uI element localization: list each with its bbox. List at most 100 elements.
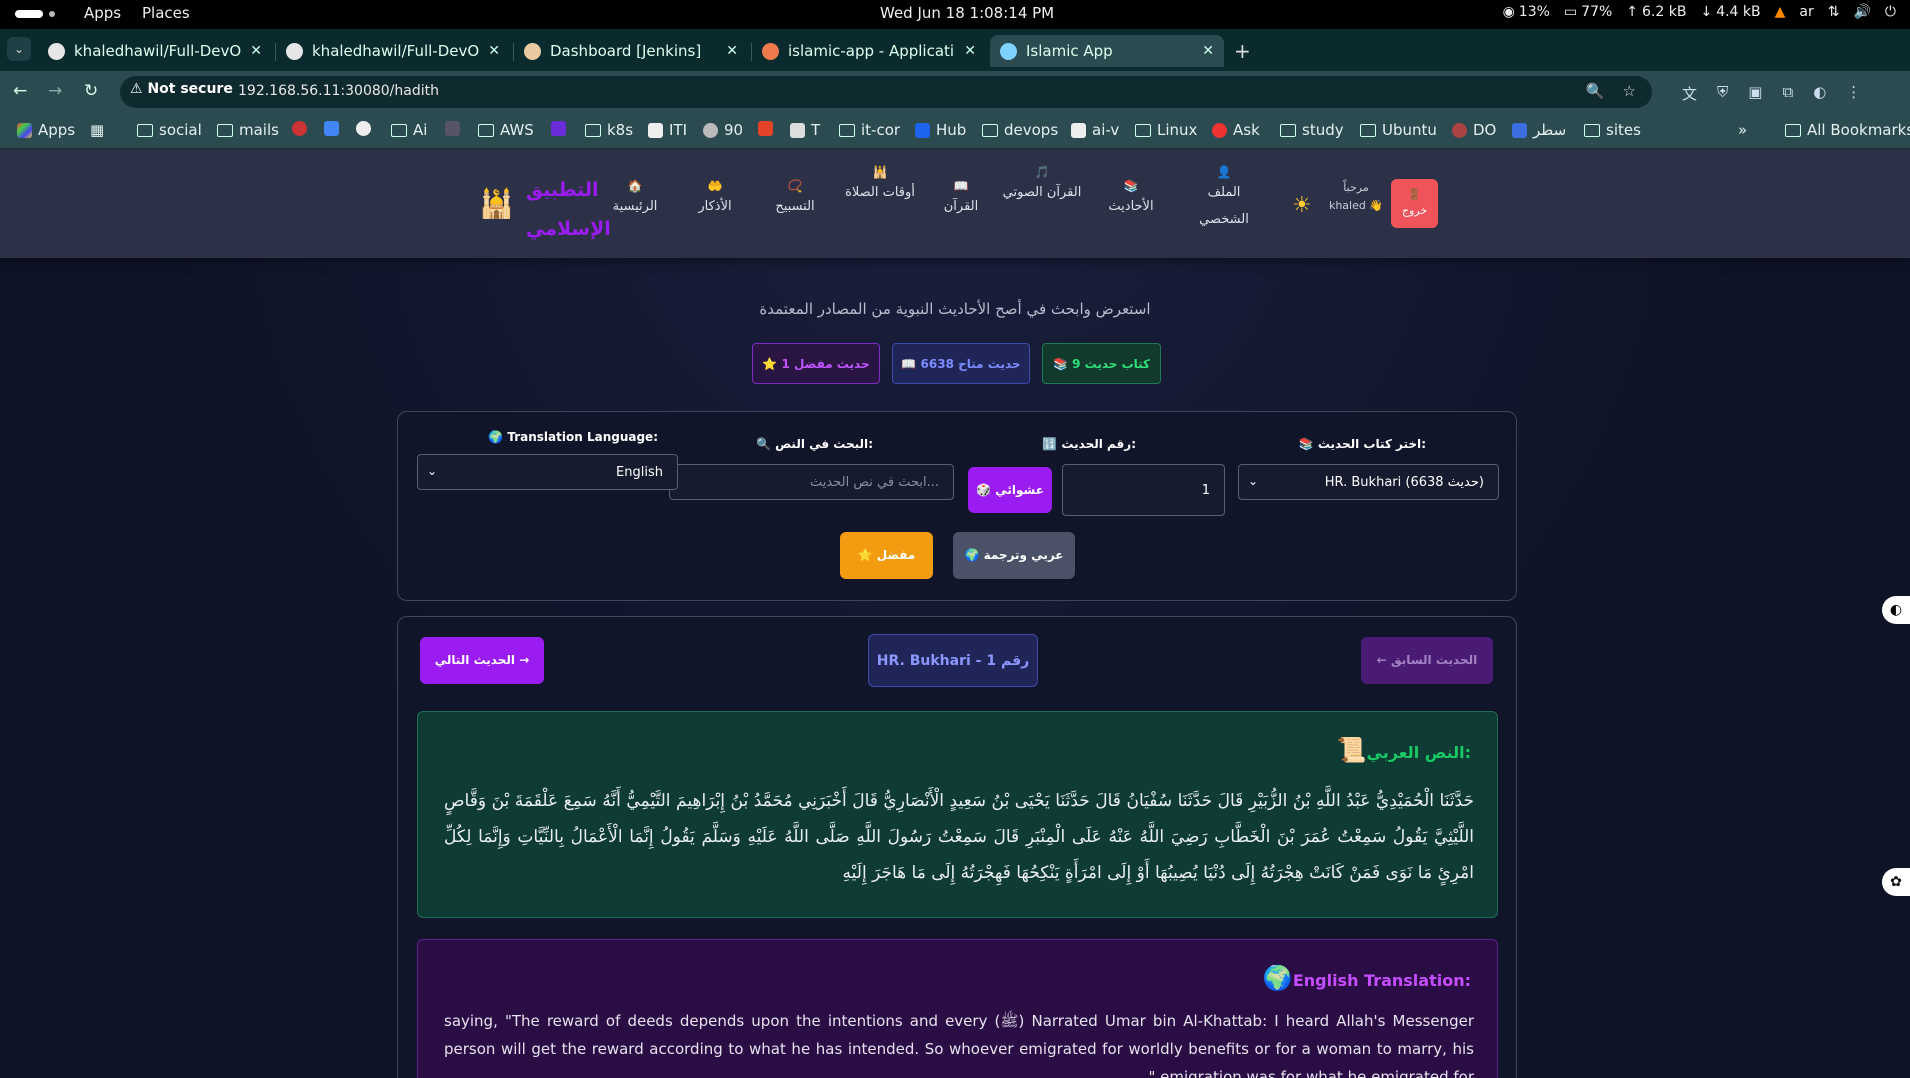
nav-item-adhkar[interactable]: 🤲 الأذكار: [672, 179, 758, 220]
random-button[interactable]: 🎲 عشوائي: [968, 467, 1052, 513]
floating-extension-icon[interactable]: ◐: [1882, 596, 1910, 624]
bookmarks-overflow-icon[interactable]: »: [1738, 121, 1747, 139]
tab-search-button[interactable]: ⌄: [7, 37, 31, 61]
browser-tab[interactable]: khaledhawil/Full-DevOp ✕: [276, 35, 510, 67]
hadith-number-input[interactable]: 1: [1062, 464, 1225, 516]
close-icon[interactable]: ✕: [726, 43, 738, 59]
vlc-icon[interactable]: ▲: [1775, 4, 1786, 20]
network-icon[interactable]: ⇅: [1828, 4, 1840, 20]
bookmark-90[interactable]: 90: [703, 121, 743, 139]
browser-tab-active[interactable]: Islamic App ✕: [990, 35, 1224, 67]
close-icon[interactable]: ✕: [250, 43, 262, 59]
bookmark-folder-devops[interactable]: devops: [982, 121, 1058, 139]
address-bar[interactable]: ⚠ Not secure 192.168.56.11:30080/hadith …: [120, 76, 1652, 108]
nav-item-profile[interactable]: 👤 الملف الشخصي: [1181, 165, 1267, 233]
nav-item-audio-quran[interactable]: 🎵 القرآن الصوتي: [999, 165, 1085, 206]
arabic-translation-button[interactable]: 🌍 عربي وترجمة: [953, 532, 1075, 579]
prayer-beads-icon: 📿: [787, 179, 803, 193]
bookmark-ai-v[interactable]: ai-v: [1071, 121, 1119, 139]
new-tab-button[interactable]: +: [1234, 39, 1251, 63]
memory-indicator[interactable]: ▭ 77%: [1564, 4, 1612, 20]
menu-icon[interactable]: ⋮: [1846, 83, 1861, 104]
bookmark-translate[interactable]: [324, 121, 339, 136]
zoom-icon[interactable]: 🔍: [1586, 82, 1605, 100]
translate-icon[interactable]: 文: [1682, 83, 1697, 104]
folder-icon: [585, 123, 601, 137]
translation-language-select[interactable]: English ⌄: [417, 454, 678, 490]
bookmark-feather[interactable]: [445, 121, 460, 136]
bookmark-gitlab[interactable]: [758, 121, 773, 136]
bookmark-ask[interactable]: Ask: [1212, 121, 1260, 139]
os-places-menu[interactable]: Places: [142, 4, 190, 22]
reload-icon[interactable]: ↻: [84, 81, 98, 101]
logout-button[interactable]: 🚪 خروج: [1391, 179, 1438, 228]
bookmark-label: devops: [1004, 121, 1059, 139]
nav-item-home[interactable]: 🏠 الرئيسية: [592, 179, 678, 220]
radio-icon[interactable]: ▣: [1748, 83, 1762, 104]
bookmark-folder-it-cor[interactable]: it-cor: [839, 121, 900, 139]
book-icon: 📖: [953, 179, 969, 193]
close-icon[interactable]: ✕: [488, 43, 500, 59]
bookmark-satr[interactable]: سطر: [1512, 121, 1566, 139]
download-indicator[interactable]: ↓ 4.4 kB: [1700, 4, 1760, 20]
omnibox-actions: 🔍 ☆: [1586, 82, 1636, 100]
volume-icon[interactable]: 🔊: [1853, 4, 1870, 20]
cpu-indicator[interactable]: ◉ 13%: [1503, 4, 1550, 20]
bookmark-apps[interactable]: Apps: [17, 121, 75, 139]
bookmark-purple[interactable]: [551, 121, 566, 136]
bookmark-do[interactable]: DO: [1452, 121, 1496, 139]
previous-hadith-button[interactable]: ← الحديث السابق: [1361, 637, 1493, 684]
cpu-value: 13%: [1518, 4, 1550, 20]
bookmark-folder-linux[interactable]: Linux: [1135, 121, 1197, 139]
bookmark-folder-study[interactable]: study: [1280, 121, 1344, 139]
favorite-button[interactable]: ⭐ مفضل: [840, 532, 933, 579]
nav-item-prayer-times[interactable]: 🕌 أوقات الصلاة: [837, 165, 923, 206]
os-apps-menu[interactable]: Apps: [84, 4, 121, 22]
keyboard-language[interactable]: ar: [1799, 4, 1813, 20]
extensions-icon[interactable]: ⧉: [1782, 83, 1793, 104]
bookmark-folder-aws[interactable]: AWS: [478, 121, 534, 139]
browser-tab[interactable]: Dashboard [Jenkins] ✕: [514, 35, 748, 67]
bookmark-folder-sites[interactable]: sites: [1584, 121, 1641, 139]
folder-icon: [391, 123, 407, 137]
bookmark-red-icon[interactable]: [292, 121, 307, 136]
bookmark-iti[interactable]: ITI: [648, 121, 687, 139]
nav-item-quran[interactable]: 📖 القرآن: [918, 179, 1004, 220]
profile-avatar-icon[interactable]: ◐: [1813, 83, 1826, 104]
bookmark-folder-ai[interactable]: Ai: [391, 121, 427, 139]
security-chip[interactable]: ⚠ Not secure: [130, 81, 233, 97]
site-icon: [1452, 122, 1467, 138]
power-icon[interactable]: ⏻: [1885, 4, 1896, 20]
url-text[interactable]: 192.168.56.11:30080/hadith: [238, 83, 439, 99]
back-icon[interactable]: ←: [13, 81, 27, 101]
tab-groups-icon[interactable]: ▦: [90, 121, 104, 139]
browser-tab[interactable]: khaledhawil/Full-DevOp ✕: [38, 35, 272, 67]
floating-assistant-icon[interactable]: ✿: [1882, 868, 1910, 896]
nav-item-hadith[interactable]: 📚 الأحاديث: [1088, 179, 1174, 220]
close-icon[interactable]: ✕: [1202, 43, 1214, 59]
bookmark-folder-mails[interactable]: mails: [217, 121, 279, 139]
bookmark-folder-k8s[interactable]: k8s: [585, 121, 633, 139]
github-icon: [286, 42, 303, 60]
browser-tab[interactable]: islamic-app - Application ✕: [752, 35, 986, 67]
bookmark-folder-social[interactable]: social: [137, 121, 202, 139]
bookmark-github[interactable]: [356, 121, 371, 136]
arrow-down-icon: ↓: [1700, 4, 1713, 20]
all-bookmarks-folder[interactable]: All Bookmarks: [1785, 121, 1910, 139]
app-brand[interactable]: التطبيق الإسلامي: [526, 171, 611, 249]
bookmark-hub[interactable]: Hub: [915, 121, 966, 139]
upload-indicator[interactable]: ↑ 6.2 kB: [1626, 4, 1686, 20]
bookmark-t[interactable]: T: [790, 121, 820, 139]
close-icon[interactable]: ✕: [964, 43, 976, 59]
bookmark-folder-ubuntu[interactable]: Ubuntu: [1360, 121, 1437, 139]
nav-item-tasbih[interactable]: 📿 التسبيح: [752, 179, 838, 220]
bookmark-star-icon[interactable]: ☆: [1623, 82, 1636, 100]
os-clock[interactable]: Wed Jun 18 1:08:14 PM: [880, 4, 1054, 22]
book-select[interactable]: HR. Bukhari (6638 حديث) ⌄: [1238, 464, 1499, 500]
shield-icon[interactable]: ⛨: [1717, 83, 1728, 104]
theme-toggle-sun-icon[interactable]: ☀: [1292, 193, 1312, 218]
activities-indicator[interactable]: [15, 10, 43, 18]
forward-icon[interactable]: →: [48, 81, 62, 101]
text-search-input[interactable]: ابحث في نص الحديث...: [669, 464, 954, 500]
next-hadith-button[interactable]: الحديث التالي →: [420, 637, 544, 684]
